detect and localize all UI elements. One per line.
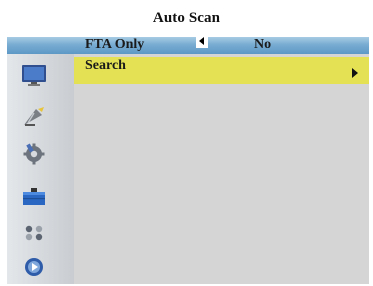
menu-screen: FTA Only No Search xyxy=(7,37,369,284)
page-title: Auto Scan xyxy=(152,10,221,26)
fta-only-label: FTA Only xyxy=(85,37,145,52)
fta-only-row[interactable]: FTA Only No xyxy=(74,37,369,54)
toolbox-icon[interactable] xyxy=(20,184,48,208)
search-label: Search xyxy=(85,58,126,73)
search-row[interactable]: Search xyxy=(74,57,369,84)
left-arrow-icon[interactable] xyxy=(196,37,208,48)
media-player-icon[interactable] xyxy=(20,255,48,279)
fta-only-value[interactable]: No xyxy=(254,37,271,53)
settings-gear-icon[interactable] xyxy=(20,142,48,166)
network-icon[interactable] xyxy=(20,220,48,244)
tv-icon[interactable] xyxy=(20,63,48,87)
satellite-dish-icon[interactable] xyxy=(20,105,48,129)
right-arrow-icon[interactable] xyxy=(352,68,358,78)
sidebar xyxy=(7,37,74,284)
